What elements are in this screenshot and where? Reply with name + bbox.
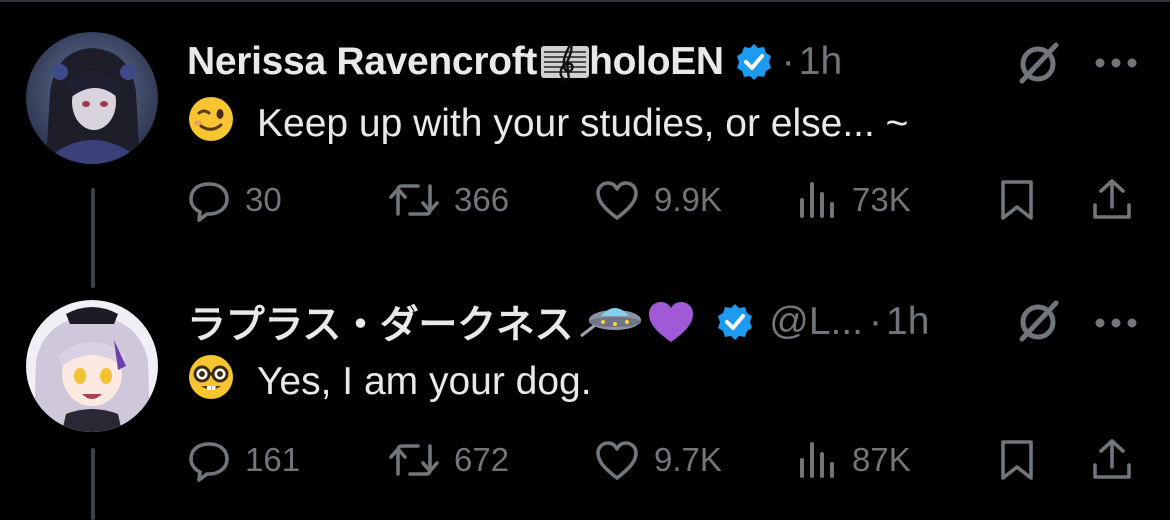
winking-face-emoji xyxy=(187,95,257,153)
views-icon xyxy=(800,442,834,478)
reply-count: 30 xyxy=(245,181,282,218)
timestamp[interactable]: 1h xyxy=(886,300,929,344)
repost-count: 366 xyxy=(454,181,510,218)
separator-dot: · xyxy=(781,40,795,83)
like-button[interactable]: 9.7K xyxy=(594,430,722,490)
repost-count: 672 xyxy=(454,441,510,478)
ufo-emoji xyxy=(577,302,643,342)
repost-button[interactable]: 366 xyxy=(388,170,509,230)
share-icon xyxy=(1093,179,1131,219)
action-bar: 30 366 9.9K 73K xyxy=(0,170,1170,230)
reply-count: 161 xyxy=(245,441,301,478)
share-icon xyxy=(1093,439,1131,479)
like-button[interactable]: 9.9K xyxy=(594,170,722,230)
tweet-text: Keep up with your studies, or else... ~ xyxy=(257,102,909,145)
separator-dot: · xyxy=(869,300,883,343)
verified-badge-icon xyxy=(715,302,755,342)
views-button[interactable]: 73K xyxy=(796,170,911,230)
like-count: 9.7K xyxy=(654,441,722,478)
handle[interactable]: @L... xyxy=(769,300,863,344)
views-icon xyxy=(800,182,834,218)
repost-button[interactable]: 672 xyxy=(388,430,509,490)
musical-staff-emoji xyxy=(541,40,590,84)
tweet-text-line: Keep up with your studies, or else... ~ xyxy=(187,96,908,152)
view-count: 73K xyxy=(852,181,911,218)
heart-icon xyxy=(596,441,638,480)
reply-icon xyxy=(189,182,229,222)
name-suffix[interactable]: holoEN xyxy=(589,40,724,84)
views-button[interactable]: 87K xyxy=(796,430,911,490)
reply-button[interactable]: 161 xyxy=(187,430,300,490)
reply-icon xyxy=(189,442,229,482)
tweet-nerissa[interactable]: Nerissa Ravencroft holoEN · 1h Keep up w… xyxy=(0,0,1170,290)
like-count: 9.9K xyxy=(654,181,722,218)
grok-icon[interactable] xyxy=(1016,40,1062,86)
more-options-icon[interactable] xyxy=(1092,316,1140,330)
tweet-text-line: Yes, I am your dog. xyxy=(187,354,592,410)
purple-heart-emoji xyxy=(647,300,695,344)
avatar[interactable] xyxy=(26,300,158,432)
bookmark-button[interactable] xyxy=(998,170,1036,230)
repost-icon xyxy=(389,444,439,476)
bookmark-icon xyxy=(1001,180,1033,220)
action-bar: 161 672 9.7K 87K xyxy=(0,430,1170,490)
grok-icon[interactable] xyxy=(1016,298,1062,344)
share-button[interactable] xyxy=(1090,430,1134,490)
share-button[interactable] xyxy=(1090,170,1134,230)
verified-badge-icon xyxy=(734,42,774,82)
tweet-laplus[interactable]: ラプラス・ダークネス @L... · 1h Yes, I am your dog… xyxy=(0,290,1170,520)
heart-icon xyxy=(596,181,638,220)
bookmark-icon xyxy=(1001,440,1033,480)
timestamp[interactable]: 1h xyxy=(799,40,842,84)
tweet-text: Yes, I am your dog. xyxy=(257,360,592,403)
display-name[interactable]: ラプラス・ダークネス xyxy=(187,294,574,350)
bookmark-button[interactable] xyxy=(998,430,1036,490)
avatar[interactable] xyxy=(26,32,158,164)
nerd-face-emoji xyxy=(187,353,257,411)
display-name[interactable]: Nerissa Ravencroft xyxy=(187,40,537,84)
repost-icon xyxy=(389,184,439,216)
view-count: 87K xyxy=(852,441,911,478)
reply-button[interactable]: 30 xyxy=(187,170,282,230)
more-options-icon[interactable] xyxy=(1092,56,1140,70)
